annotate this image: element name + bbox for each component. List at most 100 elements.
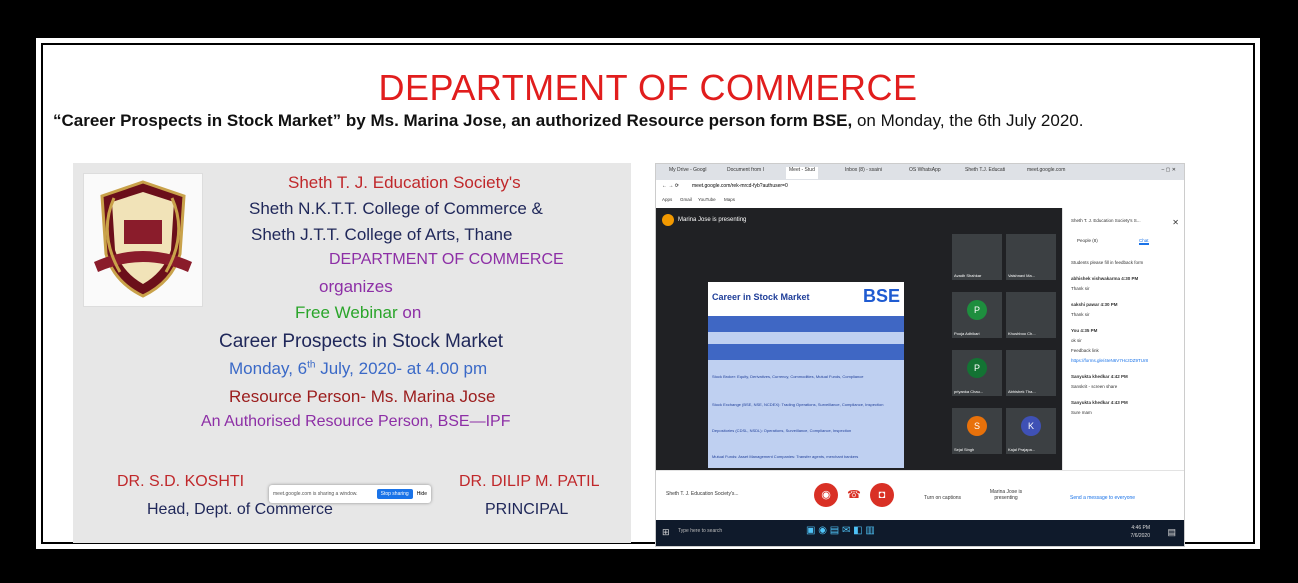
bse-logo: BSE bbox=[862, 286, 900, 306]
presenting-text: Marina Jose is presenting bbox=[678, 217, 747, 223]
participant-tile[interactable]: Avadh Shahkar bbox=[952, 234, 1002, 280]
participant-tile[interactable]: S Sejal Singh bbox=[952, 408, 1002, 454]
page-subtitle: “Career Prospects in Stock Market” by Ms… bbox=[53, 111, 1253, 131]
participant-tile[interactable]: Vaishnavi Ma... bbox=[1006, 234, 1056, 280]
participant-name: Khushboo Ch... bbox=[1008, 331, 1036, 336]
chat-line: ok sir bbox=[1071, 338, 1082, 343]
subtitle-bold: “Career Prospects in Stock Market” by Ms… bbox=[53, 111, 853, 130]
chat-line: sakshi pawar 4:30 PM bbox=[1071, 302, 1118, 307]
taskbar-search[interactable]: Type here to search bbox=[678, 528, 722, 534]
browser-tab[interactable]: Document from I bbox=[724, 167, 767, 179]
slide-row: Stock Exchange (BSE, NSE, NCDEX): Tradin… bbox=[712, 402, 884, 407]
chat-line: Sanyukta khedkar 4:42 PM bbox=[1071, 374, 1128, 379]
chat-messages: Students please fill in feedback form ab… bbox=[1071, 258, 1179, 418]
right-signatory-title: PRINCIPAL bbox=[485, 501, 569, 518]
bookmark-item[interactable]: YouTube bbox=[698, 197, 716, 202]
webinar-poster: Sheth T. J. Education Society's Sheth N.… bbox=[73, 163, 631, 543]
slide-band bbox=[708, 316, 904, 332]
url-text[interactable]: meet.google.com/rek-mrcd-fyb?authuser=0 bbox=[692, 183, 788, 189]
slide-band bbox=[708, 344, 904, 360]
browser-tab[interactable]: OS WhatsApp bbox=[906, 167, 944, 179]
browser-tab[interactable]: Meet - Stud bbox=[786, 167, 818, 179]
windows-start-icon[interactable]: ⊞ bbox=[662, 527, 670, 538]
poster-line-society: Sheth T. J. Education Society's bbox=[288, 173, 521, 192]
clock-time: 4:46 PM bbox=[1131, 525, 1150, 531]
address-bar: ← → ⟳ meet.google.com/rek-mrcd-fyb?authu… bbox=[656, 180, 1184, 195]
present-button[interactable]: Marina Jose is presenting bbox=[986, 489, 1026, 501]
captions-button[interactable]: Turn on captions bbox=[924, 495, 961, 501]
chat-line: Thank sir bbox=[1071, 312, 1090, 317]
participant-tile[interactable]: P Pooja Adhikari bbox=[952, 292, 1002, 338]
mic-off-icon[interactable]: ◉ bbox=[814, 483, 838, 507]
poster-line-resource-person: Resource Person- Ms. Marina Jose bbox=[229, 387, 496, 406]
avatar: P bbox=[967, 358, 987, 378]
meet-controls: Sheth T. J. Education Society's... ◉ ☎ ◘… bbox=[656, 470, 1184, 521]
left-signatory-title: Head, Dept. of Commerce bbox=[147, 501, 333, 518]
participant-name: Vaishnavi Ma... bbox=[1008, 273, 1036, 278]
poster-line-date: Monday, 6th July, 2020- at 4.00 pm bbox=[229, 359, 487, 379]
browser-tab[interactable]: Sheth T.J. Educati bbox=[962, 167, 1008, 179]
participant-tile[interactable]: Khushboo Ch... bbox=[1006, 292, 1056, 338]
participant-name: Sejal Singh bbox=[954, 447, 975, 452]
chat-panel: Sheth T. J. Education Society's S... ✕ P… bbox=[1062, 208, 1184, 470]
bookmark-item[interactable]: Apps bbox=[662, 197, 672, 202]
slide: DEPARTMENT OF COMMERCE “Career Prospects… bbox=[41, 43, 1255, 547]
poster-line-authorised: An Authorised Resource Person, BSE—IPF bbox=[201, 413, 511, 430]
bookmark-item[interactable]: Gmail bbox=[680, 197, 692, 202]
tab-people[interactable]: People (8) bbox=[1077, 238, 1098, 243]
chat-link[interactable]: https://forms.gle/4IeN6V7HczDZ9TUr8 bbox=[1071, 356, 1179, 366]
tab-chat[interactable]: Chat bbox=[1139, 238, 1149, 245]
close-icon[interactable]: ✕ bbox=[1172, 218, 1179, 227]
right-signatory-name: DR. DILIP M. PATIL bbox=[459, 473, 600, 490]
share-bar-text: meet.google.com is sharing a window. bbox=[273, 491, 358, 497]
meet-stage: Marina Jose is presenting Career in Stoc… bbox=[656, 208, 1062, 470]
chat-line: abhishek vishwakarma 4:30 PM bbox=[1071, 276, 1139, 281]
hide-button[interactable]: Hide bbox=[417, 491, 427, 497]
slide-row: Stock Broker: Equity, Derivatives, Curre… bbox=[712, 374, 864, 379]
slide-title: Career in Stock Market bbox=[712, 292, 810, 302]
left-signatory-name: DR. S.D. KOSHTI bbox=[117, 473, 245, 490]
browser-tab[interactable]: My Drive - Googl bbox=[666, 167, 710, 179]
participant-name: Kajal Prajapa... bbox=[1008, 447, 1036, 452]
participant-tile[interactable]: Abhishek Tha... bbox=[1006, 350, 1056, 396]
meeting-name[interactable]: Sheth T. J. Education Society's... bbox=[666, 491, 739, 497]
photo-frame: DEPARTMENT OF COMMERCE “Career Prospects… bbox=[30, 32, 1266, 555]
hang-up-icon[interactable]: ☎ bbox=[842, 483, 866, 507]
poster-line-webinar: Free Webinar on bbox=[295, 303, 421, 323]
meet-screenshot: My Drive - Googl Document from I Meet - … bbox=[655, 163, 1185, 547]
poster-line-commerce: Sheth N.K.T.T. College of Commerce & bbox=[249, 199, 543, 218]
windows-taskbar: ⊞ Type here to search ▣ ◉ ▤ ✉ ◧ ▥ 4:46 P… bbox=[656, 520, 1184, 546]
date-day: Monday, 6 bbox=[229, 359, 308, 378]
avatar: K bbox=[1021, 416, 1041, 436]
avatar: S bbox=[967, 416, 987, 436]
slide-row: Depositories (CDSL, NSDL): Operations, S… bbox=[712, 428, 852, 433]
stop-sharing-button[interactable]: Stop sharing bbox=[376, 489, 413, 499]
chat-input[interactable]: Send a message to everyone bbox=[1070, 495, 1135, 501]
browser-tab[interactable]: Inbox (8) - ssaini bbox=[842, 167, 885, 179]
avatar: P bbox=[967, 300, 987, 320]
presented-slide: Career in Stock Market BSE Stock Broker:… bbox=[708, 282, 904, 468]
nav-arrows-icon[interactable]: ← → ⟳ bbox=[662, 183, 679, 189]
college-logo bbox=[83, 173, 203, 307]
participant-tile[interactable]: K Kajal Prajapa... bbox=[1006, 408, 1056, 454]
webinar-on: on bbox=[397, 303, 422, 322]
participant-name: Avadh Shahkar bbox=[954, 273, 982, 278]
chat-line: Thank sir bbox=[1071, 286, 1090, 291]
camera-off-icon[interactable]: ◘ bbox=[870, 483, 894, 507]
free-webinar: Free Webinar bbox=[295, 303, 398, 322]
subtitle-rest: on Monday, the 6th July 2020. bbox=[852, 111, 1084, 130]
browser-tab[interactable]: meet.google.com bbox=[1024, 167, 1068, 179]
chat-line: Sanskrit - screen share bbox=[1071, 384, 1118, 389]
poster-line-department: DEPARTMENT OF COMMERCE bbox=[329, 251, 564, 268]
avatar bbox=[662, 214, 674, 226]
chat-line: Sure mam bbox=[1071, 410, 1092, 415]
participant-tile[interactable]: Ppriyanka Chau... bbox=[952, 350, 1002, 396]
notification-icon[interactable]: ▤ bbox=[1167, 527, 1176, 538]
participant-name: Abhishek Tha... bbox=[1008, 389, 1036, 394]
screen-share-bar: meet.google.com is sharing a window. Sto… bbox=[269, 485, 431, 503]
poster-line-arts: Sheth J.T.T. College of Arts, Thane bbox=[251, 225, 513, 244]
chat-line: Sanyukta khedkar 4:43 PM bbox=[1071, 400, 1128, 405]
window-controls-icon[interactable]: – ▢ ✕ bbox=[1162, 167, 1176, 173]
bookmark-item[interactable]: Maps bbox=[724, 197, 735, 202]
taskbar-apps-icon[interactable]: ▣ ◉ ▤ ✉ ◧ ▥ bbox=[806, 525, 875, 536]
